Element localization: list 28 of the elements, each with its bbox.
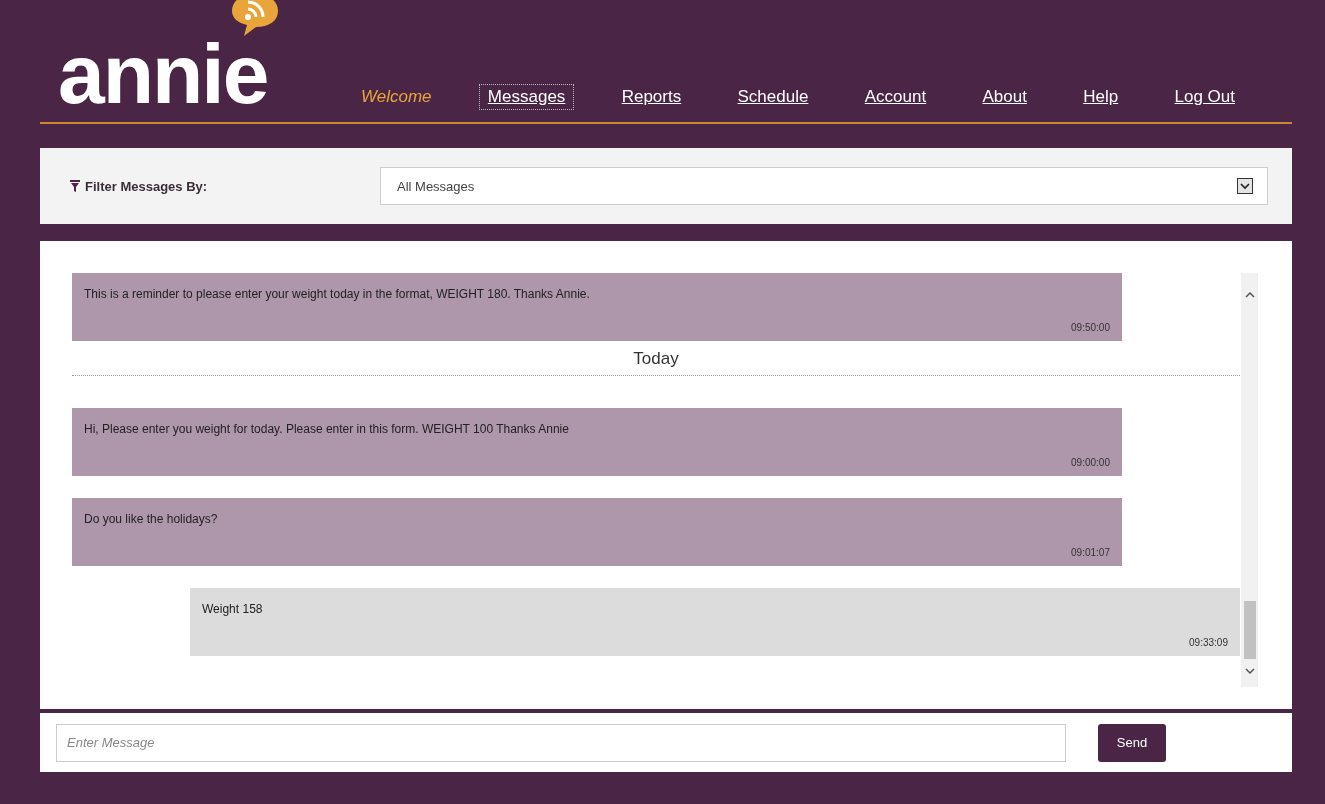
nav-link[interactable]: Help bbox=[1074, 84, 1128, 110]
send-button[interactable]: Send bbox=[1098, 723, 1166, 762]
message-input[interactable]: Enter Message bbox=[56, 723, 1066, 762]
message-time: 09:50:00 bbox=[1071, 322, 1110, 333]
message-text: Do you like the holidays? bbox=[84, 512, 219, 526]
nav-link[interactable]: Log Out bbox=[1165, 84, 1244, 110]
nav-link[interactable]: About bbox=[973, 84, 1036, 110]
scrollbar[interactable] bbox=[1241, 273, 1258, 687]
message-time: 09:00:00 bbox=[1071, 457, 1110, 468]
welcome-link[interactable]: Welcome bbox=[352, 84, 441, 110]
scroll-down-icon[interactable] bbox=[1244, 667, 1255, 675]
nav-link[interactable]: Schedule bbox=[728, 84, 818, 110]
speech-bubble-rss-icon bbox=[230, 0, 280, 38]
nav-link[interactable]: Reports bbox=[612, 84, 691, 110]
message-text: Weight 158 bbox=[202, 602, 264, 616]
message-time: 09:33:09 bbox=[1189, 637, 1228, 648]
scroll-up-icon[interactable] bbox=[1244, 291, 1255, 299]
message-text: This is a reminder to please enter your weight today in the format, WEIGHT 180. Thanks Annie. bbox=[84, 287, 591, 301]
nav-link[interactable]: Messages bbox=[478, 84, 575, 110]
scroll-thumb[interactable] bbox=[1243, 601, 1256, 659]
filter-icon bbox=[70, 180, 80, 192]
nav-link[interactable]: Account bbox=[855, 84, 936, 110]
date-divider-label: Today bbox=[633, 349, 679, 368]
filter-dropdown[interactable]: All Messages bbox=[380, 167, 1268, 205]
logo-wordmark: annie bbox=[58, 38, 268, 110]
message-text: Hi, Please enter you weight for today. Please enter in this form. WEIGHT 100 Thanks Annie bbox=[84, 422, 570, 436]
message-time: 09:01:07 bbox=[1071, 547, 1110, 558]
filter-label: Filter Messages By: bbox=[85, 178, 208, 194]
